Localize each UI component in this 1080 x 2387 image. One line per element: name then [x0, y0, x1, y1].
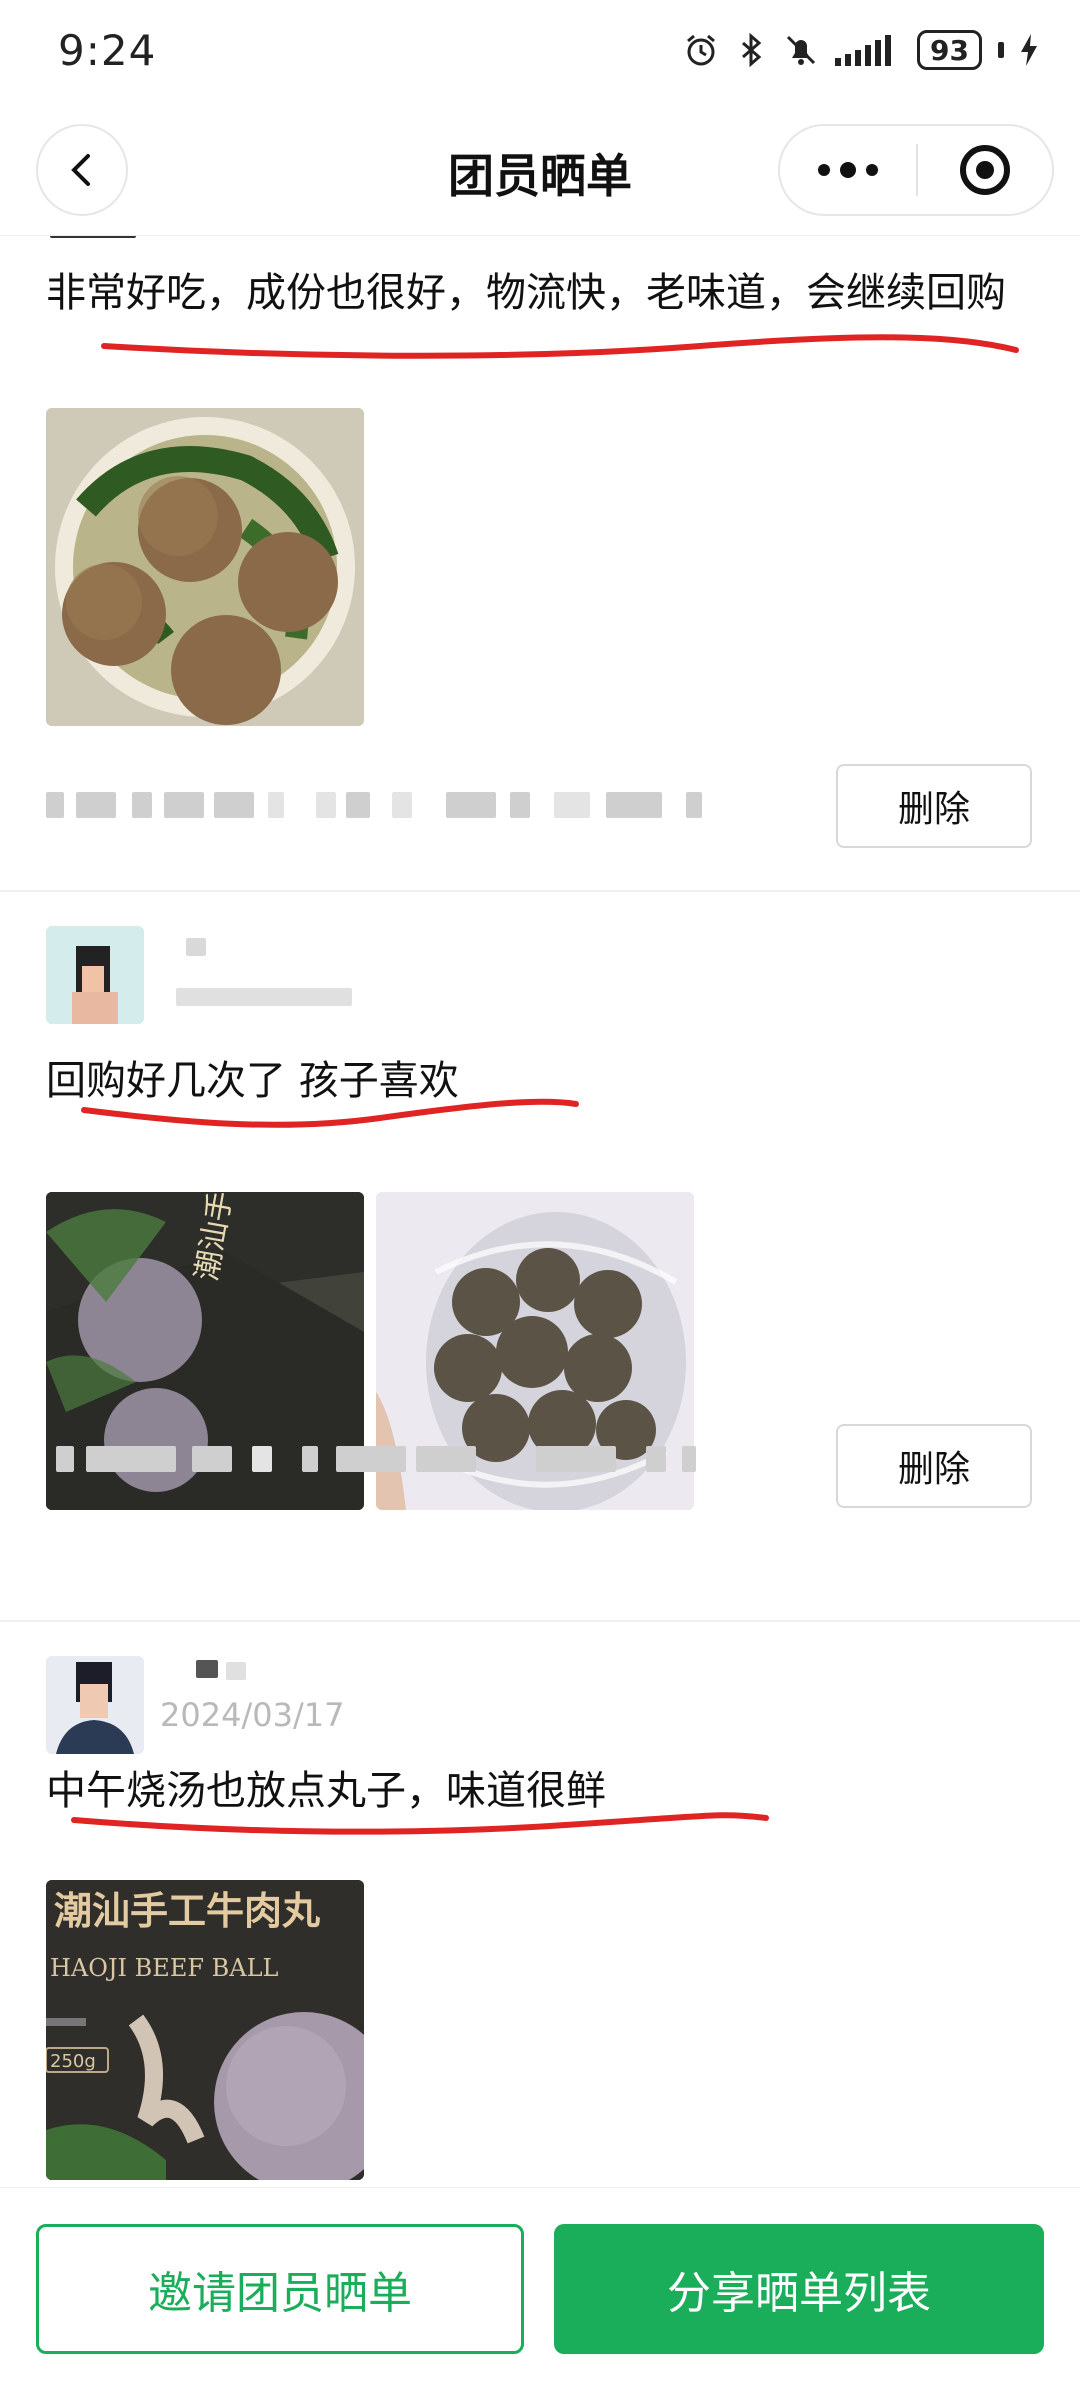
delete-button[interactable]: 删除 [836, 1424, 1032, 1508]
username-blurred [186, 938, 206, 956]
review-text: 回购好几次了 孩子喜欢 [46, 1058, 459, 1104]
invite-members-button[interactable]: 邀请团员晒单 [36, 2224, 524, 2354]
target-icon [959, 145, 1010, 195]
more-dot-icon [818, 164, 830, 176]
bluetooth-icon [742, 32, 762, 68]
battery-tip [998, 42, 1004, 58]
more-dot-icon [866, 164, 878, 176]
alarm-icon [687, 34, 715, 66]
delete-button[interactable]: 删除 [836, 764, 1032, 848]
blurred-order-info [46, 792, 706, 818]
username-blurred [196, 1660, 218, 1678]
mute-icon [786, 35, 816, 65]
review-photo[interactable]: 潮汕手工牛肉丸 HAOJI BEEF BALL 250g [46, 1880, 364, 2180]
review-photo[interactable] [46, 408, 364, 726]
avatar [46, 926, 144, 1024]
post-date-blurred [176, 988, 352, 1006]
avatar [46, 1656, 144, 1754]
review-post: 回购好几次了 孩子喜欢 潮汕手工牛肉丸 [0, 892, 1080, 1620]
review-post: 2024/03/17 中午烧汤也放点丸子，味道很鲜 潮汕手工牛肉丸 HAOJI … [0, 1622, 1080, 2187]
more-dot-icon [840, 162, 856, 178]
post-date: 2024/03/17 [160, 1696, 345, 1734]
more-button[interactable] [780, 126, 916, 214]
battery-indicator: 93 [917, 30, 982, 70]
mini-program-capsule [778, 124, 1054, 216]
review-post: 非常好吃，成份也很好，物流快，老味道，会继续回购 删除 [0, 236, 1080, 890]
review-text: 非常好吃，成份也很好，物流快，老味道，会继续回购 [46, 270, 1006, 316]
status-time: 9:24 [58, 26, 157, 75]
status-icons: 93 [683, 30, 1040, 70]
meatball-package-image: 潮汕手工牛肉丸 HAOJI BEEF BALL 250g [46, 1880, 364, 2180]
charging-icon [1021, 34, 1037, 66]
bottom-action-bar: 邀请团员晒单 分享晒单列表 [0, 2187, 1080, 2387]
review-feed[interactable]: 非常好吃，成份也很好，物流快，老味道，会继续回购 删除 回购好几次了 孩子喜欢 … [0, 236, 1080, 2187]
avatar [50, 236, 136, 238]
battery-level: 93 [930, 33, 969, 67]
net-weight: 250g [50, 2051, 96, 2072]
close-button[interactable] [918, 126, 1052, 214]
status-bar: 9:24 93 [0, 0, 1080, 110]
highlight-underline [101, 334, 1019, 359]
signal-icon [835, 35, 892, 66]
blurred-order-info [56, 1446, 696, 1472]
package-title: 潮汕手工牛肉丸 [54, 1889, 320, 1933]
share-list-button[interactable]: 分享晒单列表 [554, 2224, 1044, 2354]
meatball-soup-image [46, 408, 364, 726]
username-blurred [226, 1662, 246, 1680]
package-subtitle: HAOJI BEEF BALL [50, 1954, 279, 1982]
nav-bar: 团员晒单 [0, 110, 1080, 236]
review-text: 中午烧汤也放点丸子，味道很鲜 [46, 1768, 606, 1814]
